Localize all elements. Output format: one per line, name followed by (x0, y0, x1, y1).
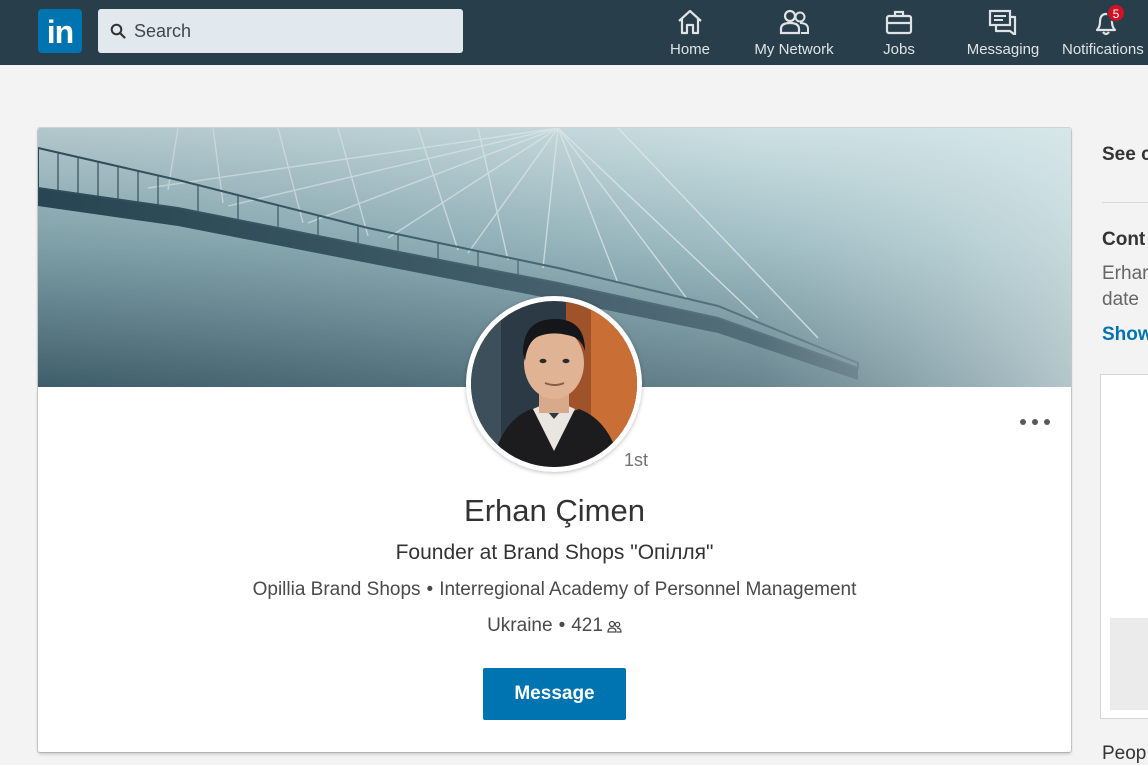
profile-photo[interactable] (466, 296, 642, 472)
profile-name: Erhan Çimen (464, 493, 645, 528)
separator: • (558, 615, 566, 636)
nav-my-network-label: My Network (754, 41, 834, 58)
home-icon (678, 9, 702, 35)
profile-headline: Founder at Brand Shops "Опілля" (395, 541, 714, 564)
network-icon (779, 9, 809, 35)
more-options-icon[interactable] (1018, 414, 1052, 430)
linkedin-logo[interactable]: in (38, 9, 82, 53)
message-button[interactable]: Message (483, 668, 626, 720)
rail-divider (1102, 202, 1148, 203)
rail-see-link[interactable]: See c (1102, 144, 1148, 166)
rail-contact-line-1: Erhar (1102, 263, 1148, 284)
nav-home-label: Home (669, 41, 710, 58)
search-box[interactable] (98, 9, 463, 53)
nav-notifications[interactable]: 5 Notifications (1060, 0, 1148, 65)
briefcase-icon (885, 10, 913, 35)
nav-my-network[interactable]: My Network (748, 0, 840, 65)
nav-notifications-label: Notifications (1062, 41, 1144, 58)
notifications-badge: 5 (1107, 4, 1125, 22)
search-icon (110, 23, 126, 39)
profile-company-education: Opillia Brand Shops • Interregional Academ… (38, 579, 1071, 601)
separator: • (426, 579, 434, 600)
rail-ad-image (1110, 618, 1148, 710)
rail-contact-line-2: date (1102, 289, 1139, 310)
nav-messaging[interactable]: Messaging (962, 0, 1044, 65)
nav-home[interactable]: Home (660, 0, 720, 65)
connection-degree: 1st (624, 450, 649, 470)
location: Ukraine (487, 615, 553, 636)
connections-count[interactable]: 421 (571, 615, 603, 636)
connections-icon (607, 620, 622, 633)
profile-card: 1st Erhan Çimen Founder at Brand Shops "… (38, 128, 1071, 752)
messaging-icon (988, 9, 1017, 35)
rail-contact-title: Cont (1102, 229, 1146, 250)
company-link[interactable]: Opillia Brand Shops (253, 579, 421, 600)
avatar (471, 301, 637, 467)
education-link[interactable]: Interregional Academy of Personnel Manag… (439, 579, 856, 600)
nav-messaging-label: Messaging (966, 41, 1040, 58)
rail-people-title: Peop (1102, 743, 1147, 764)
nav-jobs-label: Jobs (883, 41, 915, 58)
profile-location-connections: Ukraine • 421 (38, 615, 1071, 637)
nav-jobs[interactable]: Jobs (868, 0, 930, 65)
top-navigation-bar: in Home My Network Jobs (0, 0, 1148, 65)
rail-show-link[interactable]: Show (1102, 324, 1148, 346)
search-input[interactable] (134, 9, 454, 53)
